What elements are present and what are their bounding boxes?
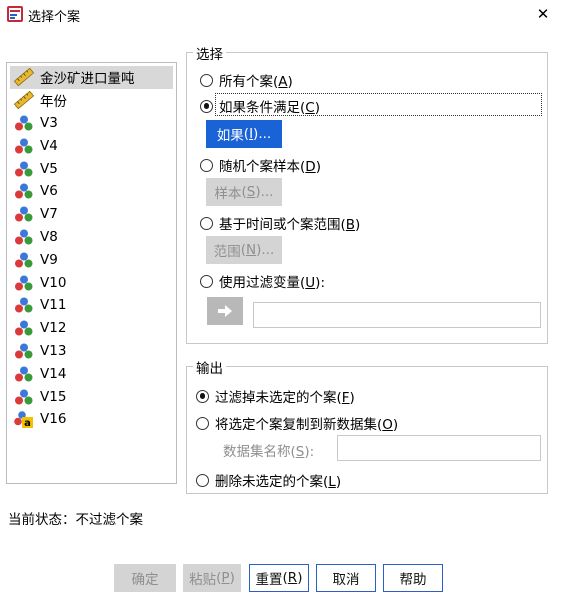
nominal-balls-icon bbox=[14, 160, 34, 178]
dataset-name-label: 数据集名称(S): bbox=[223, 444, 315, 460]
radio-if-condition[interactable]: 如果条件满足(C) bbox=[200, 96, 320, 116]
variable-item[interactable]: V7 bbox=[10, 203, 173, 226]
close-icon: ✕ bbox=[536, 5, 550, 23]
title-bar: 选择个案 ✕ bbox=[0, 0, 561, 30]
variable-item-label: V11 bbox=[40, 297, 67, 314]
variable-item-label: V7 bbox=[40, 206, 58, 223]
nominal-balls-icon bbox=[14, 228, 34, 246]
move-variable-button[interactable] bbox=[207, 297, 243, 325]
radio-circle bbox=[200, 216, 213, 230]
variable-item-label: V9 bbox=[40, 251, 58, 268]
cancel-button[interactable]: 取消 bbox=[316, 564, 376, 592]
variable-item[interactable]: V5 bbox=[10, 157, 173, 180]
variable-item[interactable]: V10 bbox=[10, 271, 173, 294]
radio-circle bbox=[200, 73, 213, 87]
current-status: 当前状态：不过滤个案 bbox=[8, 512, 143, 528]
variable-item-label: V13 bbox=[40, 342, 67, 359]
radio-random-sample-label: 随机个案样本(D) bbox=[219, 159, 321, 175]
variable-item-label: V8 bbox=[40, 228, 58, 245]
variable-item-label: V16 bbox=[40, 411, 67, 428]
radio-circle bbox=[196, 473, 209, 487]
output-group-title: 输出 bbox=[193, 357, 226, 377]
paste-button[interactable]: 粘贴(P) bbox=[183, 564, 241, 592]
string-nominal-icon: a bbox=[14, 410, 34, 429]
variable-list[interactable]: 金沙矿进口量吨 年份 V3 V4 V5 V6 V7 V8 V9 V10 V11 V12 V13 V14 V1… bbox=[6, 62, 177, 484]
nominal-balls-icon bbox=[14, 365, 34, 383]
variable-item-label: 年份 bbox=[40, 94, 67, 111]
if-button[interactable]: 如果(I)... bbox=[206, 120, 282, 148]
help-button[interactable]: 帮助 bbox=[383, 564, 443, 592]
nominal-balls-icon bbox=[14, 342, 34, 360]
sample-button[interactable]: 样本(S)... bbox=[206, 178, 282, 206]
nominal-balls-icon bbox=[14, 274, 34, 292]
variable-item[interactable]: V8 bbox=[10, 226, 173, 249]
nominal-balls-icon bbox=[14, 319, 34, 337]
variable-item[interactable]: V6 bbox=[10, 180, 173, 203]
radio-all-cases[interactable]: 所有个案(A) bbox=[200, 70, 293, 90]
svg-text:a: a bbox=[24, 418, 31, 428]
nominal-balls-icon bbox=[14, 388, 34, 406]
radio-filter-variable-label: 使用过滤变量(U): bbox=[219, 275, 326, 291]
variable-item-label: 金沙矿进口量吨 bbox=[40, 71, 135, 88]
variable-item-label: V4 bbox=[40, 137, 58, 154]
variable-item-label: V15 bbox=[40, 388, 67, 405]
radio-filter-variable[interactable]: 使用过滤变量(U): bbox=[200, 271, 325, 291]
ok-button[interactable]: 确定 bbox=[114, 564, 176, 592]
close-button[interactable]: ✕ bbox=[530, 2, 556, 26]
variable-item[interactable]: 金沙矿进口量吨 bbox=[10, 66, 173, 89]
variable-item[interactable]: V12 bbox=[10, 317, 173, 340]
radio-time-range[interactable]: 基于时间或个案范围(B) bbox=[200, 213, 360, 233]
dataset-name-field[interactable] bbox=[337, 435, 541, 461]
variable-item-label: V12 bbox=[40, 320, 67, 337]
ruler-icon bbox=[13, 90, 35, 110]
variable-item[interactable]: V14 bbox=[10, 362, 173, 385]
variable-item[interactable]: a V16 bbox=[10, 408, 173, 431]
variable-item[interactable]: 年份 bbox=[10, 89, 173, 112]
radio-time-range-label: 基于时间或个案范围(B) bbox=[219, 217, 361, 233]
radio-delete-unselected[interactable]: 删除未选定的个案(L) bbox=[196, 470, 341, 490]
nominal-balls-icon bbox=[14, 182, 34, 200]
variable-item[interactable]: V15 bbox=[10, 385, 173, 408]
select-group-title: 选择 bbox=[193, 43, 226, 63]
nominal-balls-icon bbox=[14, 137, 34, 155]
variable-item-label: V6 bbox=[40, 183, 58, 200]
reset-button[interactable]: 重置(R) bbox=[249, 564, 309, 592]
radio-random-sample[interactable]: 随机个案样本(D) bbox=[200, 155, 321, 175]
radio-delete-unselected-label: 删除未选定的个案(L) bbox=[215, 474, 342, 490]
radio-circle bbox=[200, 158, 213, 172]
filter-variable-field[interactable] bbox=[253, 302, 541, 328]
radio-circle bbox=[196, 416, 209, 430]
window-title: 选择个案 bbox=[28, 10, 81, 25]
radio-circle bbox=[200, 99, 213, 113]
variable-item-label: V5 bbox=[40, 160, 58, 177]
variable-item[interactable]: V3 bbox=[10, 112, 173, 135]
radio-filter-out-label: 过滤掉未选定的个案(F) bbox=[215, 390, 355, 406]
arrow-right-icon bbox=[218, 305, 232, 317]
nominal-balls-icon bbox=[14, 296, 34, 314]
variable-item[interactable]: V9 bbox=[10, 248, 173, 271]
radio-all-cases-label: 所有个案(A) bbox=[219, 74, 293, 90]
variable-item-label: V14 bbox=[40, 365, 67, 382]
nominal-balls-icon bbox=[14, 251, 34, 269]
ruler-icon bbox=[13, 68, 35, 87]
radio-filter-out[interactable]: 过滤掉未选定的个案(F) bbox=[196, 386, 355, 406]
variable-item-label: V3 bbox=[40, 114, 58, 131]
radio-if-condition-label: 如果条件满足(C) bbox=[219, 100, 320, 116]
variable-item[interactable]: V4 bbox=[10, 134, 173, 157]
radio-copy-new-dataset[interactable]: 将选定个案复制到新数据集(O) bbox=[196, 413, 398, 433]
radio-circle bbox=[200, 274, 213, 288]
range-button[interactable]: 范围(N)... bbox=[206, 236, 282, 264]
app-icon bbox=[7, 6, 23, 22]
variable-item[interactable]: V13 bbox=[10, 340, 173, 363]
variable-item-label: V10 bbox=[40, 274, 67, 291]
radio-copy-new-dataset-label: 将选定个案复制到新数据集(O) bbox=[215, 417, 399, 433]
variable-item[interactable]: V11 bbox=[10, 294, 173, 317]
radio-circle bbox=[196, 389, 209, 403]
nominal-balls-icon bbox=[14, 114, 34, 132]
nominal-balls-icon bbox=[14, 205, 34, 223]
